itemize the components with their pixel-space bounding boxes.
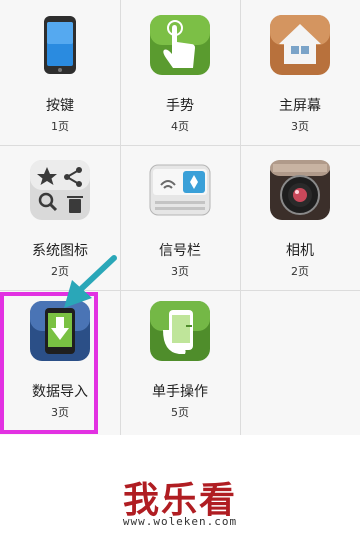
- grid-item-label: 按键: [46, 98, 74, 114]
- grid-item-status-bar[interactable]: 信号栏 3页: [120, 145, 240, 290]
- home-icon: [269, 14, 331, 76]
- phone-icon: [29, 14, 91, 76]
- system-icons-icon: [29, 159, 91, 221]
- grid-item-label: 相机: [286, 243, 314, 259]
- grid-item-empty: [240, 290, 360, 435]
- grid-item-pages: 4页: [171, 120, 189, 133]
- site-url: www.woleken.com: [122, 515, 238, 528]
- grid-item-pages: 3页: [171, 265, 189, 278]
- grid-item-label: 手势: [166, 98, 194, 114]
- pointer-arrow-icon: [58, 252, 128, 322]
- status-bar-icon: [149, 159, 211, 221]
- grid-item-pages: 5页: [171, 406, 189, 419]
- camera-icon: [269, 159, 331, 221]
- one-hand-icon: [149, 300, 211, 362]
- grid-item-buttons[interactable]: 按键 1页: [0, 0, 120, 145]
- grid-item-label: 信号栏: [159, 243, 201, 259]
- grid-item-one-hand[interactable]: 单手操作 5页: [120, 290, 240, 435]
- grid-item-label: 单手操作: [152, 384, 208, 400]
- grid-item-label: 主屏幕: [279, 98, 321, 114]
- watermark-banner: 我乐看 www.woleken.com: [0, 435, 360, 540]
- hand-touch-icon: [149, 14, 211, 76]
- grid-item-home-screen[interactable]: 主屏幕 3页: [240, 0, 360, 145]
- grid-item-pages: 2页: [291, 265, 309, 278]
- guide-grid: 按键 1页 手势 4页 主屏幕 3页 系统图标 2页 信号栏 3页 相机 2页 …: [0, 0, 360, 435]
- grid-item-pages: 1页: [51, 120, 69, 133]
- grid-item-pages: 3页: [291, 120, 309, 133]
- grid-item-camera[interactable]: 相机 2页: [240, 145, 360, 290]
- grid-item-gestures[interactable]: 手势 4页: [120, 0, 240, 145]
